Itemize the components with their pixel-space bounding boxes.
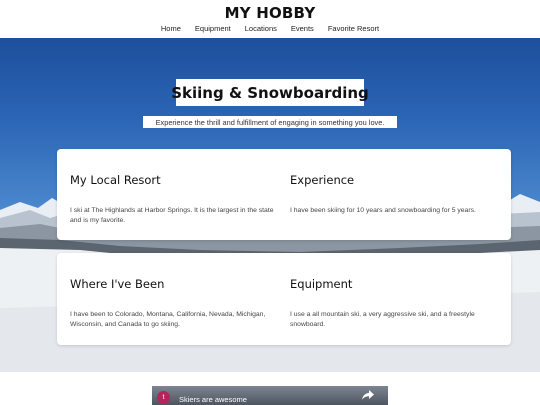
card-heading-equipment: Equipment bbox=[290, 277, 353, 291]
hero-title: Skiing & Snowboarding bbox=[171, 79, 369, 106]
hero-subtitle: Experience the thrill and fulfillment of… bbox=[143, 116, 397, 128]
card-text-equipment: I use a all mountain ski, a very aggress… bbox=[290, 311, 475, 328]
site-header: MY HOBBY Home Equipment Locations Events… bbox=[0, 0, 540, 38]
card-heading-local-resort: My Local Resort bbox=[70, 173, 161, 187]
nav-item-events[interactable]: Events bbox=[291, 24, 314, 33]
site-title: MY HOBBY bbox=[224, 4, 316, 22]
nav-item-equipment[interactable]: Equipment bbox=[195, 24, 231, 33]
info-card-1: My Local Resort I ski at The Highlands a… bbox=[57, 149, 511, 240]
share-icon[interactable] bbox=[362, 390, 374, 400]
nav-item-home[interactable]: Home bbox=[161, 24, 181, 33]
main-nav: Home Equipment Locations Events Favorite… bbox=[0, 24, 540, 33]
card-text-local-resort: I ski at The Highlands at Harbor Springs… bbox=[70, 207, 274, 224]
hero-section: Skiing & Snowboarding Experience the thr… bbox=[0, 38, 540, 372]
card-text-experience: I have been skiing for 10 years and snow… bbox=[290, 207, 476, 214]
card-heading-experience: Experience bbox=[290, 173, 355, 187]
channel-avatar[interactable]: t bbox=[157, 391, 170, 404]
card-heading-where-been: Where I've Been bbox=[70, 277, 165, 291]
nav-item-locations[interactable]: Locations bbox=[245, 24, 277, 33]
video-embed[interactable]: t Skiers are awesome bbox=[152, 386, 388, 405]
info-card-2: Where I've Been I have been to Colorado,… bbox=[57, 253, 511, 345]
card-text-where-been: I have been to Colorado, Montana, Califo… bbox=[70, 311, 266, 328]
video-title[interactable]: Skiers are awesome bbox=[179, 395, 247, 404]
nav-item-favorite-resort[interactable]: Favorite Resort bbox=[328, 24, 379, 33]
